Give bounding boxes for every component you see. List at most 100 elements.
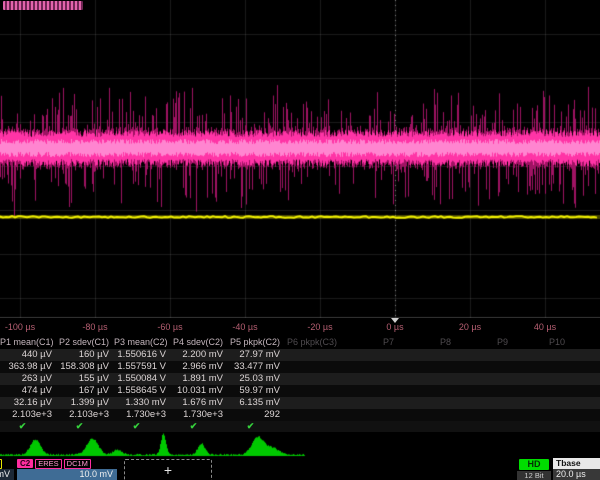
time-axis-label: -80 µs [70, 322, 120, 332]
measure-value-cell [399, 361, 456, 373]
bottom-bar: C1 DC1M 10.0 mV C2 ERES DC1M 10.0 mV + H… [0, 458, 600, 480]
measure-value-cell: 27.97 mV [228, 349, 285, 361]
measure-status-check: ✔ [171, 421, 228, 432]
measure-value-cell: 25.03 mV [228, 373, 285, 385]
measure-value-cell [456, 409, 513, 421]
measure-value-cell: 2.103e+3 [0, 409, 57, 421]
measure-value-cell: 1.399 µV [57, 397, 114, 409]
measure-value-cell [456, 385, 513, 397]
measure-table-row: 363.98 µV158.308 µV1.557591 V2.966 mV33.… [0, 361, 600, 373]
measure-status-check: ✔ [114, 421, 171, 432]
measure-header-cell[interactable]: P9 [456, 336, 513, 349]
measure-value-cell: 1.558645 V [114, 385, 171, 397]
measure-value-cell: 10.031 mV [171, 385, 228, 397]
hd-bits-label: 12 Bit [517, 471, 551, 480]
measure-status-check: ✔ [0, 421, 57, 432]
time-axis-label: 60 µs [595, 322, 600, 332]
measure-value-cell [456, 397, 513, 409]
measure-value-cell: 32.16 µV [0, 397, 57, 409]
measure-value-cell [285, 397, 342, 409]
measure-value-cell: 1.730e+3 [114, 409, 171, 421]
measure-header-cell[interactable]: P2 sdev(C1) [57, 336, 114, 349]
measure-value-cell [342, 361, 399, 373]
measure-table-row: 440 µV160 µV1.550616 V2.200 mV27.97 mV [0, 349, 600, 361]
measure-value-cell [513, 373, 570, 385]
add-trace-button[interactable]: + [124, 459, 212, 480]
measure-value-cell [570, 373, 600, 385]
channel-c2-descriptor[interactable]: C2 ERES DC1M 10.0 mV [17, 458, 117, 480]
timebase-value: 20.0 µs [553, 469, 600, 480]
measure-value-cell [570, 385, 600, 397]
measure-value-cell: 263 µV [0, 373, 57, 385]
hd-mode-badge[interactable]: HD [519, 459, 549, 470]
trigger-position-marker[interactable] [391, 318, 399, 323]
measure-value-cell: 2.200 mV [171, 349, 228, 361]
measure-status-check: ✔ [57, 421, 114, 432]
measure-table-header: P1 mean(C1)P2 sdev(C1)P3 mean(C2)P4 sdev… [0, 336, 600, 349]
measure-header-cell[interactable]: P1 mean(C1) [0, 336, 57, 349]
measure-value-cell: 158.308 µV [57, 361, 114, 373]
measure-value-cell [285, 373, 342, 385]
measure-value-cell [285, 409, 342, 421]
measure-histogram-strip [0, 432, 600, 458]
measure-table-row: 32.16 µV1.399 µV1.330 mV1.676 mV6.135 mV [0, 397, 600, 409]
measure-value-cell: 1.550616 V [114, 349, 171, 361]
measure-table-body: 440 µV160 µV1.550616 V2.200 mV27.97 mV36… [0, 349, 600, 421]
measure-value-cell: 363.98 µV [0, 361, 57, 373]
timebase-descriptor[interactable]: Tbase 20.0 µs [553, 458, 600, 480]
c2-label-chip: C2 [17, 459, 33, 468]
measure-header-cell[interactable]: P7 [342, 336, 399, 349]
measure-table-row: 474 µV167 µV1.558645 V10.031 mV59.97 mV [0, 385, 600, 397]
measure-header-cell[interactable]: P6 pkpk(C3) [285, 336, 342, 349]
measure-value-cell: 155 µV [57, 373, 114, 385]
measure-value-cell [342, 349, 399, 361]
time-axis-label: -100 µs [0, 322, 45, 332]
measure-header-cell[interactable]: P8 [399, 336, 456, 349]
waveform-canvas [0, 0, 600, 318]
c1-scale-value: 10.0 mV [0, 469, 14, 480]
measure-value-cell [456, 361, 513, 373]
time-axis: -100 µs-80 µs-60 µs-40 µs-20 µs0 µs20 µs… [0, 318, 600, 336]
measure-value-cell: 1.676 mV [171, 397, 228, 409]
measure-header-cell[interactable]: P11 [570, 336, 600, 349]
measure-header-cell[interactable]: P5 pkpk(C2) [228, 336, 285, 349]
measure-value-cell: 2.966 mV [171, 361, 228, 373]
measure-value-cell: 1.550084 V [114, 373, 171, 385]
measure-value-cell [513, 385, 570, 397]
measure-value-cell: 1.330 mV [114, 397, 171, 409]
measure-value-cell [342, 385, 399, 397]
measure-value-cell [342, 409, 399, 421]
measure-value-cell [456, 349, 513, 361]
waveform-grid[interactable] [0, 0, 600, 318]
measure-value-cell: 6.135 mV [228, 397, 285, 409]
measure-value-cell [570, 397, 600, 409]
c2-coupling-badge: DC1M [64, 459, 91, 469]
measure-value-cell [285, 385, 342, 397]
measure-value-cell: 160 µV [57, 349, 114, 361]
time-axis-label: 40 µs [520, 322, 570, 332]
measure-value-cell: 1.730e+3 [171, 409, 228, 421]
measure-value-cell: 440 µV [0, 349, 57, 361]
measure-table: P1 mean(C1)P2 sdev(C1)P3 mean(C2)P4 sdev… [0, 336, 600, 432]
c2-eres-badge: ERES [35, 459, 61, 469]
measure-value-cell [456, 373, 513, 385]
measure-header-cell[interactable]: P4 sdev(C2) [171, 336, 228, 349]
oscilloscope-screen: -100 µs-80 µs-60 µs-40 µs-20 µs0 µs20 µs… [0, 0, 600, 480]
measure-header-cell[interactable]: P10 [513, 336, 570, 349]
c2-scale-value: 10.0 mV [17, 469, 117, 480]
measure-value-cell [399, 373, 456, 385]
measure-value-cell [513, 409, 570, 421]
measure-table-row: 2.103e+32.103e+31.730e+31.730e+3292 [0, 409, 600, 421]
measure-value-cell [399, 349, 456, 361]
measure-value-cell [513, 361, 570, 373]
measure-value-cell [342, 397, 399, 409]
channel-c1-descriptor[interactable]: C1 DC1M 10.0 mV [0, 458, 14, 480]
trace-annotation-badge [3, 1, 83, 10]
measure-table-row: 263 µV155 µV1.550084 V1.891 mV25.03 mV [0, 373, 600, 385]
measure-value-cell [342, 373, 399, 385]
measure-value-cell: 59.97 mV [228, 385, 285, 397]
measure-value-cell [570, 349, 600, 361]
measure-header-cell[interactable]: P3 mean(C2) [114, 336, 171, 349]
measure-value-cell: 1.557591 V [114, 361, 171, 373]
measure-status-check: ✔ [228, 421, 285, 432]
